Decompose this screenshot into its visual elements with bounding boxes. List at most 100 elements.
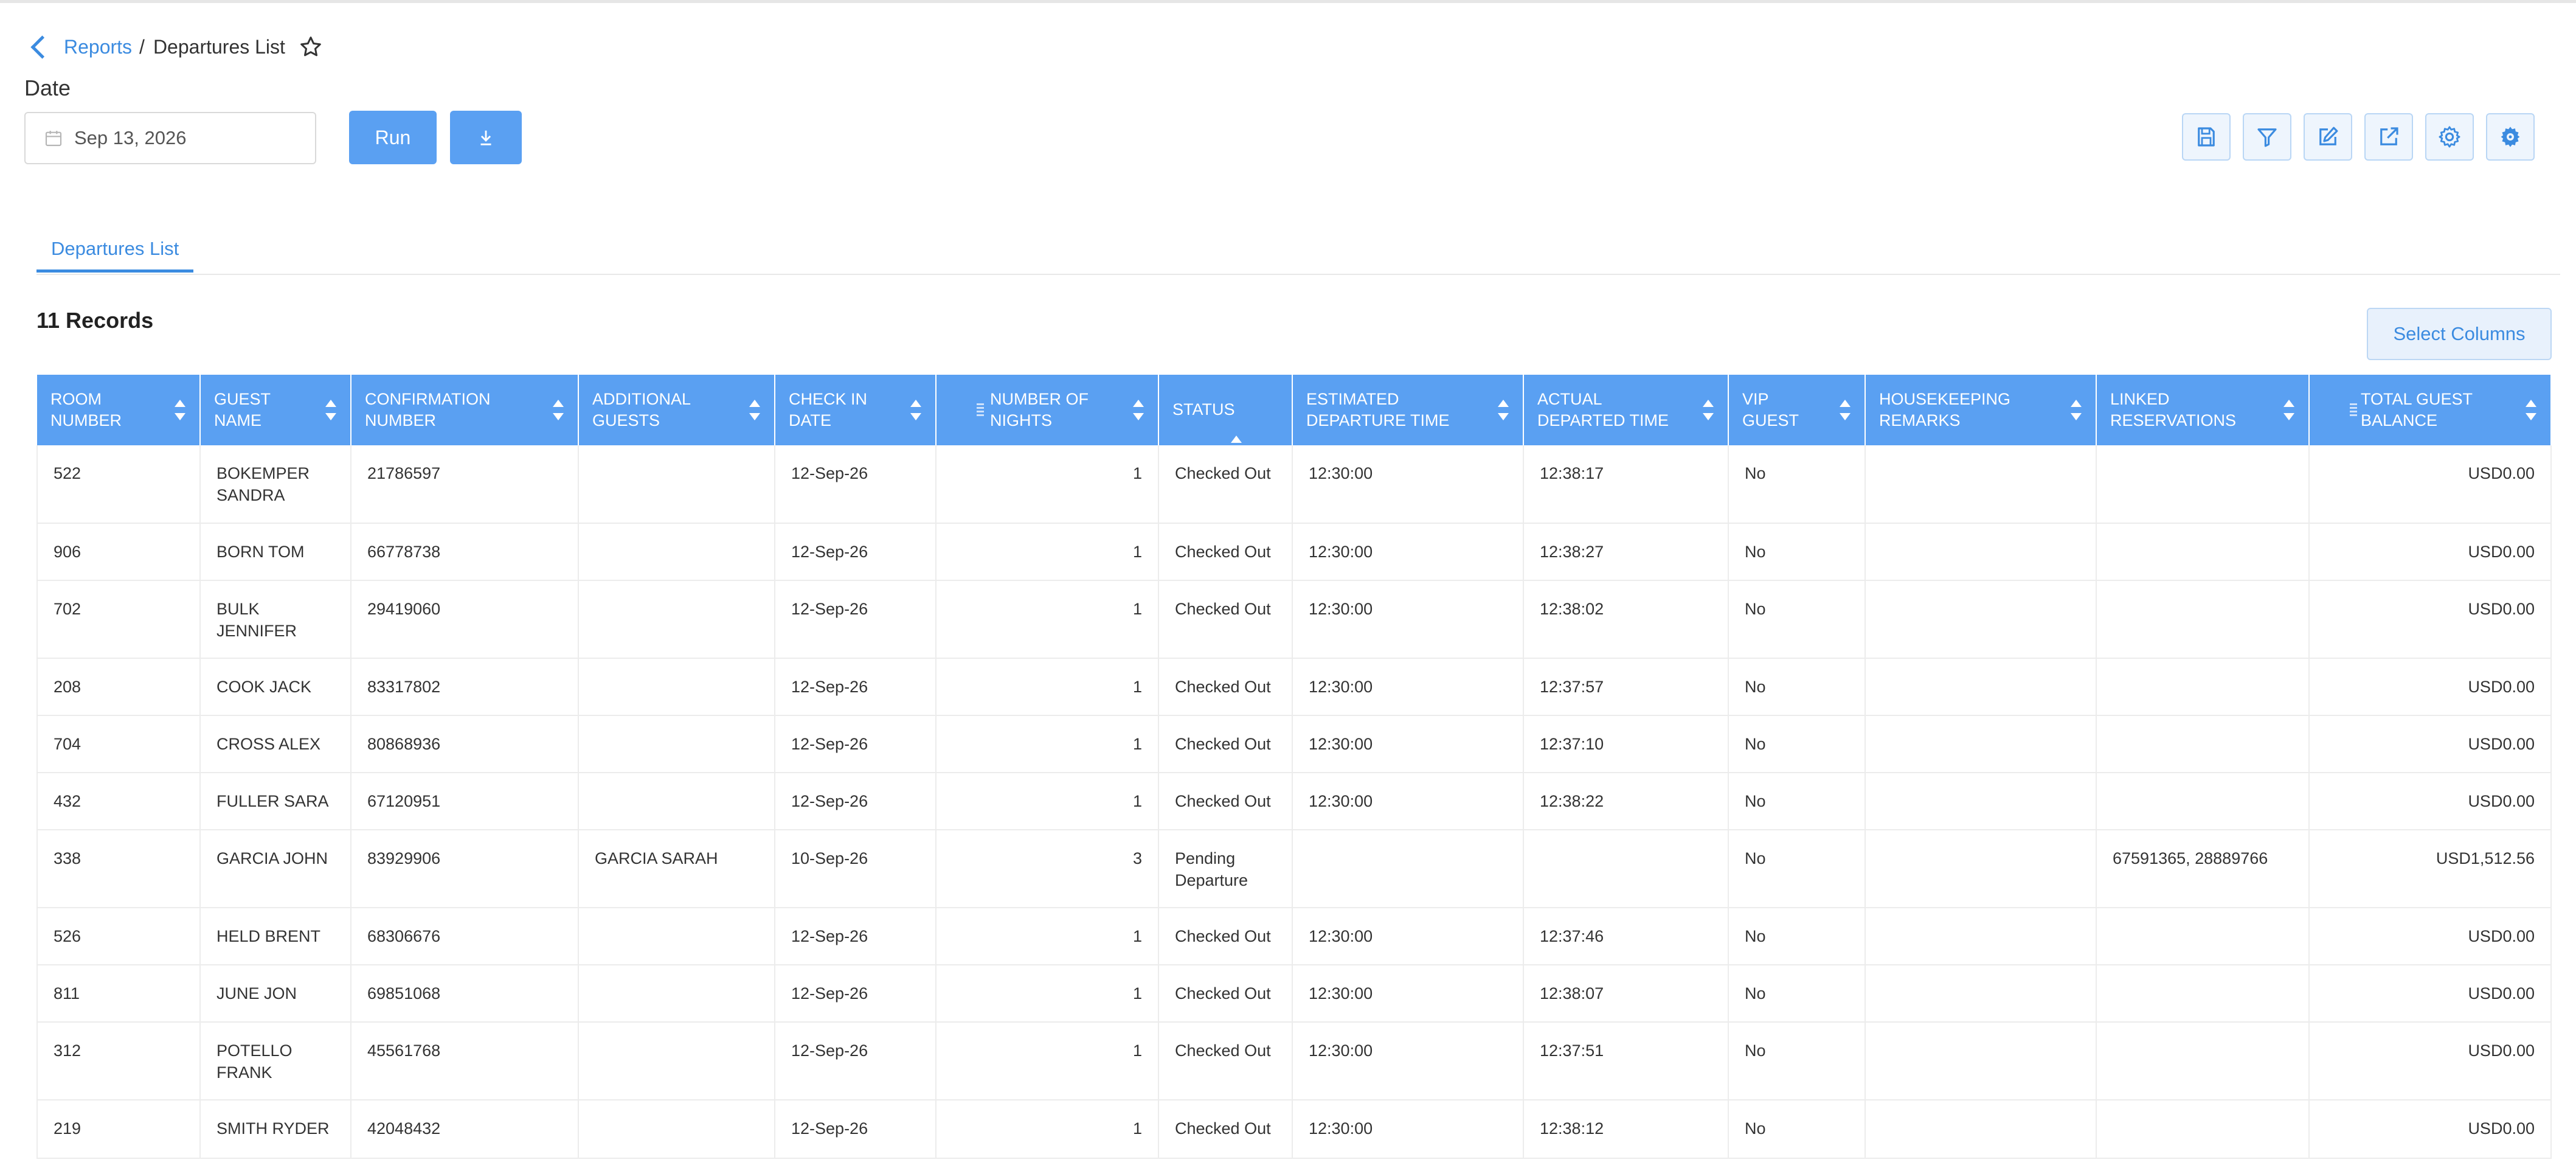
edit-button[interactable] xyxy=(2304,113,2352,161)
cell-room-number: 219 xyxy=(36,1100,201,1159)
sort-icon[interactable] xyxy=(1132,400,1144,420)
save-button[interactable] xyxy=(2182,113,2231,161)
column-header-additional-guests[interactable]: ADDITIONAL GUESTS xyxy=(578,375,775,445)
table-row[interactable]: 526 HELD BRENT 68306676 12-Sep-26 1 Checked O… xyxy=(36,908,2552,965)
table-row[interactable]: 702 BULK JENNIFER 29419060 12-Sep-26 1 Checke… xyxy=(36,580,2552,659)
cell-check-in-date: 12-Sep-26 xyxy=(775,908,937,965)
table-row[interactable]: 219 SMITH RYDER 42048432 12-Sep-26 1 Checked … xyxy=(36,1100,2552,1159)
table-row[interactable]: 906 BORN TOM 66778738 12-Sep-26 1 Checked Out… xyxy=(36,523,2552,581)
sort-icon[interactable] xyxy=(2283,400,2295,420)
cell-linked-reservations xyxy=(2096,580,2310,659)
cell-linked-reservations xyxy=(2096,658,2310,716)
column-header-status[interactable]: STATUS xyxy=(1158,375,1293,456)
cell-number-of-nights: 1 xyxy=(936,908,1159,965)
column-header-linked-reservations[interactable]: LINKED RESERVATIONS xyxy=(2096,375,2310,445)
run-button[interactable]: Run xyxy=(349,111,437,164)
date-field[interactable]: Sep 13, 2026 xyxy=(24,112,316,164)
cell-confirmation-number: 67120951 xyxy=(351,773,579,830)
chevron-left-icon[interactable] xyxy=(30,35,54,59)
column-header-check-in-date[interactable]: CHECK IN DATE xyxy=(775,375,937,445)
download-button[interactable] xyxy=(450,111,522,164)
cell-guest-name: POTELLO FRANK xyxy=(200,1022,351,1100)
cell-housekeeping-remarks xyxy=(1865,773,2097,830)
advanced-settings-button[interactable] xyxy=(2486,113,2535,161)
star-icon[interactable] xyxy=(299,35,323,59)
column-header-total-guest-balance[interactable]: TOTAL GUEST BALANCE xyxy=(2309,375,2552,445)
cell-actual-departed-time: 12:38:22 xyxy=(1523,773,1729,830)
sort-icon[interactable] xyxy=(749,400,761,420)
cell-confirmation-number: 68306676 xyxy=(351,908,579,965)
sort-icon[interactable] xyxy=(2070,400,2082,420)
table-row[interactable]: 432 FULLER SARA 67120951 12-Sep-26 1 Checked … xyxy=(36,773,2552,830)
cell-check-in-date: 12-Sep-26 xyxy=(775,1022,937,1100)
cell-total-guest-balance: USD0.00 xyxy=(2309,965,2552,1023)
cell-number-of-nights: 1 xyxy=(936,773,1159,830)
cell-total-guest-balance: USD1,512.56 xyxy=(2309,830,2552,908)
download-icon xyxy=(480,130,491,145)
column-header-room-number[interactable]: ROOM NUMBER xyxy=(37,375,201,445)
cell-housekeeping-remarks xyxy=(1865,580,2097,659)
sort-icon[interactable] xyxy=(325,400,337,420)
cell-room-number: 208 xyxy=(36,658,201,716)
cell-room-number: 811 xyxy=(36,965,201,1023)
cell-actual-departed-time: 12:37:51 xyxy=(1523,1022,1729,1100)
cell-check-in-date: 12-Sep-26 xyxy=(775,658,937,716)
filter-button[interactable] xyxy=(2243,113,2291,161)
cell-number-of-nights: 3 xyxy=(936,830,1159,908)
cell-status: Checked Out xyxy=(1158,1100,1293,1159)
drag-handle-icon[interactable] xyxy=(2350,403,2357,417)
tab-departures-list[interactable]: Departures List xyxy=(36,228,194,273)
column-header-confirmation-number[interactable]: CONFIRMATION NUMBER xyxy=(351,375,579,445)
breadcrumb-separator: / xyxy=(139,35,145,58)
table-row[interactable]: 522 BOKEMPER SANDRA 21786597 12-Sep-26 1 Chec… xyxy=(36,445,2552,524)
column-header-housekeeping-remarks[interactable]: HOUSEKEEPING REMARKS xyxy=(1865,375,2097,445)
table-body: 522 BOKEMPER SANDRA 21786597 12-Sep-26 1 Chec… xyxy=(36,445,2552,1159)
column-header-vip-guest[interactable]: VIP GUEST xyxy=(1728,375,1866,445)
cell-additional-guests xyxy=(578,523,775,581)
edit-icon xyxy=(2319,127,2338,145)
cell-guest-name: BORN TOM xyxy=(200,523,351,581)
drag-handle-icon[interactable] xyxy=(977,403,984,417)
cell-room-number: 704 xyxy=(36,715,201,773)
cell-guest-name: HELD BRENT xyxy=(200,908,351,965)
records-count: 11 Records xyxy=(36,308,154,333)
table-row[interactable]: 704 CROSS ALEX 80868936 12-Sep-26 1 Checked O… xyxy=(36,715,2552,773)
cell-room-number: 432 xyxy=(36,773,201,830)
cell-estimated-departure-time xyxy=(1292,830,1524,908)
cell-confirmation-number: 80868936 xyxy=(351,715,579,773)
date-label: Date xyxy=(24,75,71,100)
sort-icon[interactable] xyxy=(1497,400,1509,420)
cell-number-of-nights: 1 xyxy=(936,445,1159,524)
cell-confirmation-number: 42048432 xyxy=(351,1100,579,1159)
cell-number-of-nights: 1 xyxy=(936,715,1159,773)
cell-actual-departed-time: 12:38:27 xyxy=(1523,523,1729,581)
table-row[interactable]: 312 POTELLO FRANK 45561768 12-Sep-26 1 Checke… xyxy=(36,1022,2552,1100)
table-row[interactable]: 208 COOK JACK 83317802 12-Sep-26 1 Checked Ou… xyxy=(36,658,2552,716)
column-header-guest-name[interactable]: GUEST NAME xyxy=(200,375,351,445)
breadcrumb-link-reports[interactable]: Reports xyxy=(64,36,132,58)
sort-icon[interactable] xyxy=(1839,400,1851,420)
column-header-actual-departed-time[interactable]: ACTUAL DEPARTED TIME xyxy=(1523,375,1729,445)
sort-icon[interactable] xyxy=(174,400,186,420)
table-row[interactable]: 338 GARCIA JOHN 83929906 GARCIA SARAH 10-Sep… xyxy=(36,830,2552,908)
select-columns-button[interactable]: Select Columns xyxy=(2367,308,2552,360)
cell-linked-reservations xyxy=(2096,965,2310,1023)
sort-icon[interactable] xyxy=(1702,400,1714,420)
cell-total-guest-balance: USD0.00 xyxy=(2309,445,2552,524)
column-header-estimated-departure-time[interactable]: ESTIMATED DEPARTURE TIME xyxy=(1292,375,1524,445)
cell-vip-guest: No xyxy=(1728,908,1866,965)
table-row[interactable]: 811 JUNE JON 69851068 12-Sep-26 1 Checked Out… xyxy=(36,965,2552,1023)
settings-button[interactable] xyxy=(2425,113,2474,161)
sort-icon[interactable] xyxy=(910,400,922,420)
save-icon xyxy=(2198,127,2215,147)
open-external-button[interactable] xyxy=(2364,113,2413,161)
sort-icon[interactable] xyxy=(2525,400,2537,420)
sort-icon[interactable] xyxy=(552,400,564,420)
sort-icon[interactable] xyxy=(1230,435,1242,456)
cell-check-in-date: 12-Sep-26 xyxy=(775,445,937,524)
cell-vip-guest: No xyxy=(1728,715,1866,773)
cell-room-number: 312 xyxy=(36,1022,201,1100)
cell-vip-guest: No xyxy=(1728,1022,1866,1100)
column-header-number-of-nights[interactable]: NUMBER OF NIGHTS xyxy=(936,375,1159,445)
cell-estimated-departure-time: 12:30:00 xyxy=(1292,1022,1524,1100)
